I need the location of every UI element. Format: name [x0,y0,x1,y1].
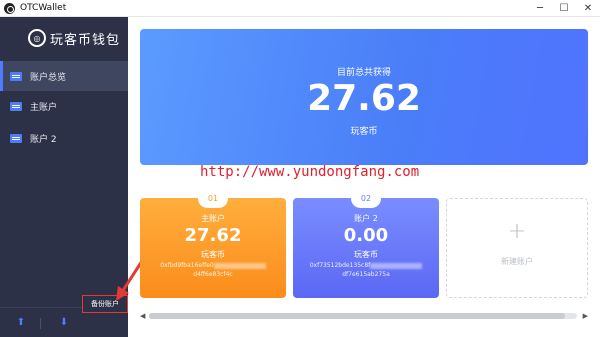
import-icon[interactable]: ⬆ [16,318,26,328]
sidebar-item-label: 主账户 [30,102,58,113]
address-end: d4ff6e83cf4c [193,271,233,278]
account-card-2[interactable]: 02 账户 2 0.00 玩客币 0xf73512bde135c8f df7e6… [293,189,439,298]
summary-unit: 玩客币 [350,127,378,137]
account-name: 主账户 [201,214,225,223]
account-unit: 玩客币 [354,250,378,259]
app-icon [4,2,15,14]
new-account-label: 新建账户 [501,257,533,266]
scroll-left-icon[interactable]: ◀ [140,312,145,320]
plus-icon: + [507,219,527,244]
sidebar-item-account-2[interactable]: 账户 2 [0,123,128,153]
scroll-track[interactable] [149,313,577,319]
account-badge: 01 [198,189,228,208]
sidebar-item-overview[interactable]: 账户总览 [0,61,128,91]
account-card-main[interactable]: 01 主账户 27.62 玩客币 0xfbd9fba16effe0 d4ff6e… [140,189,286,298]
address-end: df7e615ab275a [342,271,390,278]
account-balance: 0.00 [343,225,389,246]
maximize-button[interactable]: ☐ [552,0,576,17]
divider [40,318,41,329]
account-unit: 玩客币 [201,250,225,259]
horizontal-scrollbar[interactable]: ◀ ▶ [140,310,588,322]
address-redacted [213,262,266,269]
logo-mark-icon: ◎ [28,29,46,47]
minimize-button[interactable]: ─ [528,0,552,17]
address-redacted [370,262,423,269]
account-address: 0xfbd9fba16effe0 d4ff6e83cf4c [140,261,286,279]
scroll-right-icon[interactable]: ▶ [583,312,588,320]
window-title: OTCWallet [20,3,67,13]
account-balance: 27.62 [184,225,242,246]
sidebar: ◎ 玩客币钱包 账户总览 主账户 账户 2 ⬆ ⬇ [0,17,128,337]
sidebar-item-main-account[interactable]: 主账户 [0,91,128,121]
new-account-button[interactable]: + 新建账户 [446,198,588,298]
logo: ◎ 玩客币钱包 [28,27,120,49]
title-bar: OTCWallet ─ ☐ ✕ [0,0,600,17]
account-card-icon [10,133,22,143]
sidebar-item-label: 账户总览 [30,72,67,83]
watermark-url: http://www.yundongfang.com [200,164,420,180]
list-icon [10,71,22,81]
sidebar-item-label: 账户 2 [30,134,57,145]
logo-text: 玩客币钱包 [50,32,121,48]
account-address: 0xf73512bde135c8f df7e615ab275a [293,261,439,279]
account-name: 账户 2 [354,214,378,223]
account-badge: 02 [351,189,381,208]
summary-total-value: 27.62 [307,78,421,119]
close-button[interactable]: ✕ [576,0,600,17]
scroll-thumb[interactable] [149,313,565,319]
address-start: 0xf73512bde135c8f [309,262,371,269]
window-controls: ─ ☐ ✕ [528,0,600,17]
address-start: 0xfbd9fba16effe0 [160,262,214,269]
account-card-icon [10,101,22,111]
total-summary-panel: 目前总共获得 27.62 玩客币 [140,29,588,165]
export-icon[interactable]: ⬇ [59,318,69,328]
